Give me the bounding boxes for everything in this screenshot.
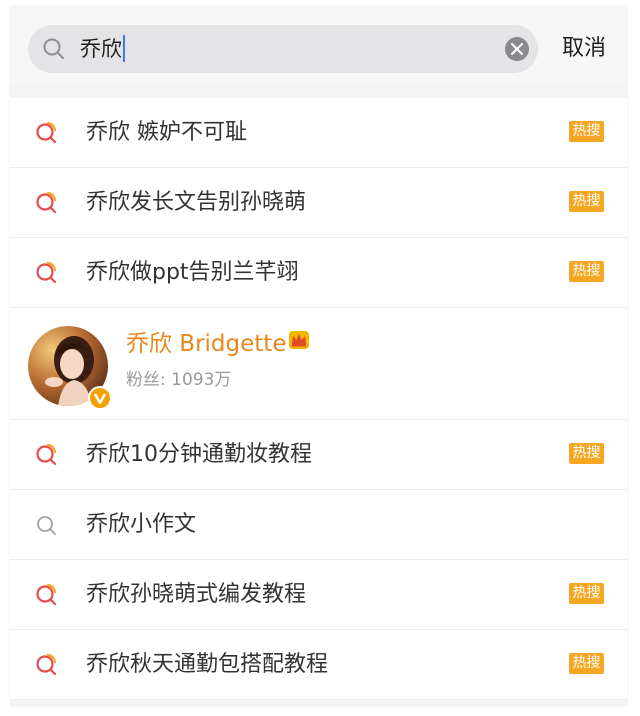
suggestion-text: 乔欣小作文 [86,512,197,537]
hot-badge: 热搜 [569,653,604,674]
clear-search-button[interactable] [505,37,529,61]
hot-badge: 热搜 [569,121,604,142]
search-input[interactable]: 乔欣 [28,25,538,73]
cancel-button[interactable]: 取消 [562,25,606,73]
user-fans-count: 粉丝: 1093万 [126,370,232,390]
suggestion-row[interactable]: 乔欣 嫉妒不可耻 热搜 [10,98,627,168]
avatar[interactable] [28,326,112,410]
close-icon [511,43,523,55]
user-name-text: 乔欣 Bridgette [126,331,287,357]
hot-badge: 热搜 [569,261,604,282]
suggestion-row[interactable]: 乔欣小作文 [10,490,627,560]
suggestion-row[interactable]: 乔欣发长文告别孙晓萌 热搜 [10,168,627,238]
hot-search-icon [34,260,60,286]
hot-search-icon [34,120,60,146]
suggestion-text: 乔欣做ppt告别兰芊翊 [86,260,299,285]
suggestion-text: 乔欣 嫉妒不可耻 [86,120,247,145]
suggestion-list: 乔欣 嫉妒不可耻热搜乔欣发长文告别孙晓萌热搜乔欣做ppt告别兰芊翊热搜 [10,98,627,700]
user-result-card[interactable]: 乔欣 Bridgette 粉丝: 1093万 [10,308,627,420]
search-header: 乔欣 取消 [10,6,627,84]
search-query[interactable]: 乔欣 [80,34,125,62]
hot-search-icon [34,190,60,216]
suggestion-text: 乔欣秋天通勤包搭配教程 [86,652,329,677]
suggestion-row[interactable]: 乔欣秋天通勤包搭配教程 热搜 [10,630,627,700]
suggestion-text: 乔欣发长文告别孙晓萌 [86,190,307,215]
hot-search-icon [34,442,60,468]
hot-badge: 热搜 [569,191,604,212]
suggestion-row[interactable]: 乔欣孙晓萌式编发教程 热搜 [10,560,627,630]
search-query-text: 乔欣 [80,37,122,61]
user-name[interactable]: 乔欣 Bridgette [126,328,310,361]
suggestion-row[interactable]: 乔欣10分钟通勤妆教程 热搜 [10,420,627,490]
search-screen: 乔欣 取消 乔欣 嫉妒不可耻 热搜 乔欣发长文告别孙晓萌 热搜 乔欣做ppt告别兰芊翊热… [10,6,627,706]
crown-icon [288,327,310,359]
search-icon [41,36,67,62]
hot-badge: 热搜 [569,583,604,604]
search-icon [34,512,60,538]
suggestion-text: 乔欣10分钟通勤妆教程 [86,442,312,467]
verified-v-icon [88,386,112,410]
text-caret [123,34,125,62]
suggestion-text: 乔欣孙晓萌式编发教程 [86,582,307,607]
suggestion-row[interactable]: 乔欣做ppt告别兰芊翊 热搜 [10,238,627,308]
hot-search-icon [34,582,60,608]
hot-search-icon [34,652,60,678]
hot-badge: 热搜 [569,443,604,464]
